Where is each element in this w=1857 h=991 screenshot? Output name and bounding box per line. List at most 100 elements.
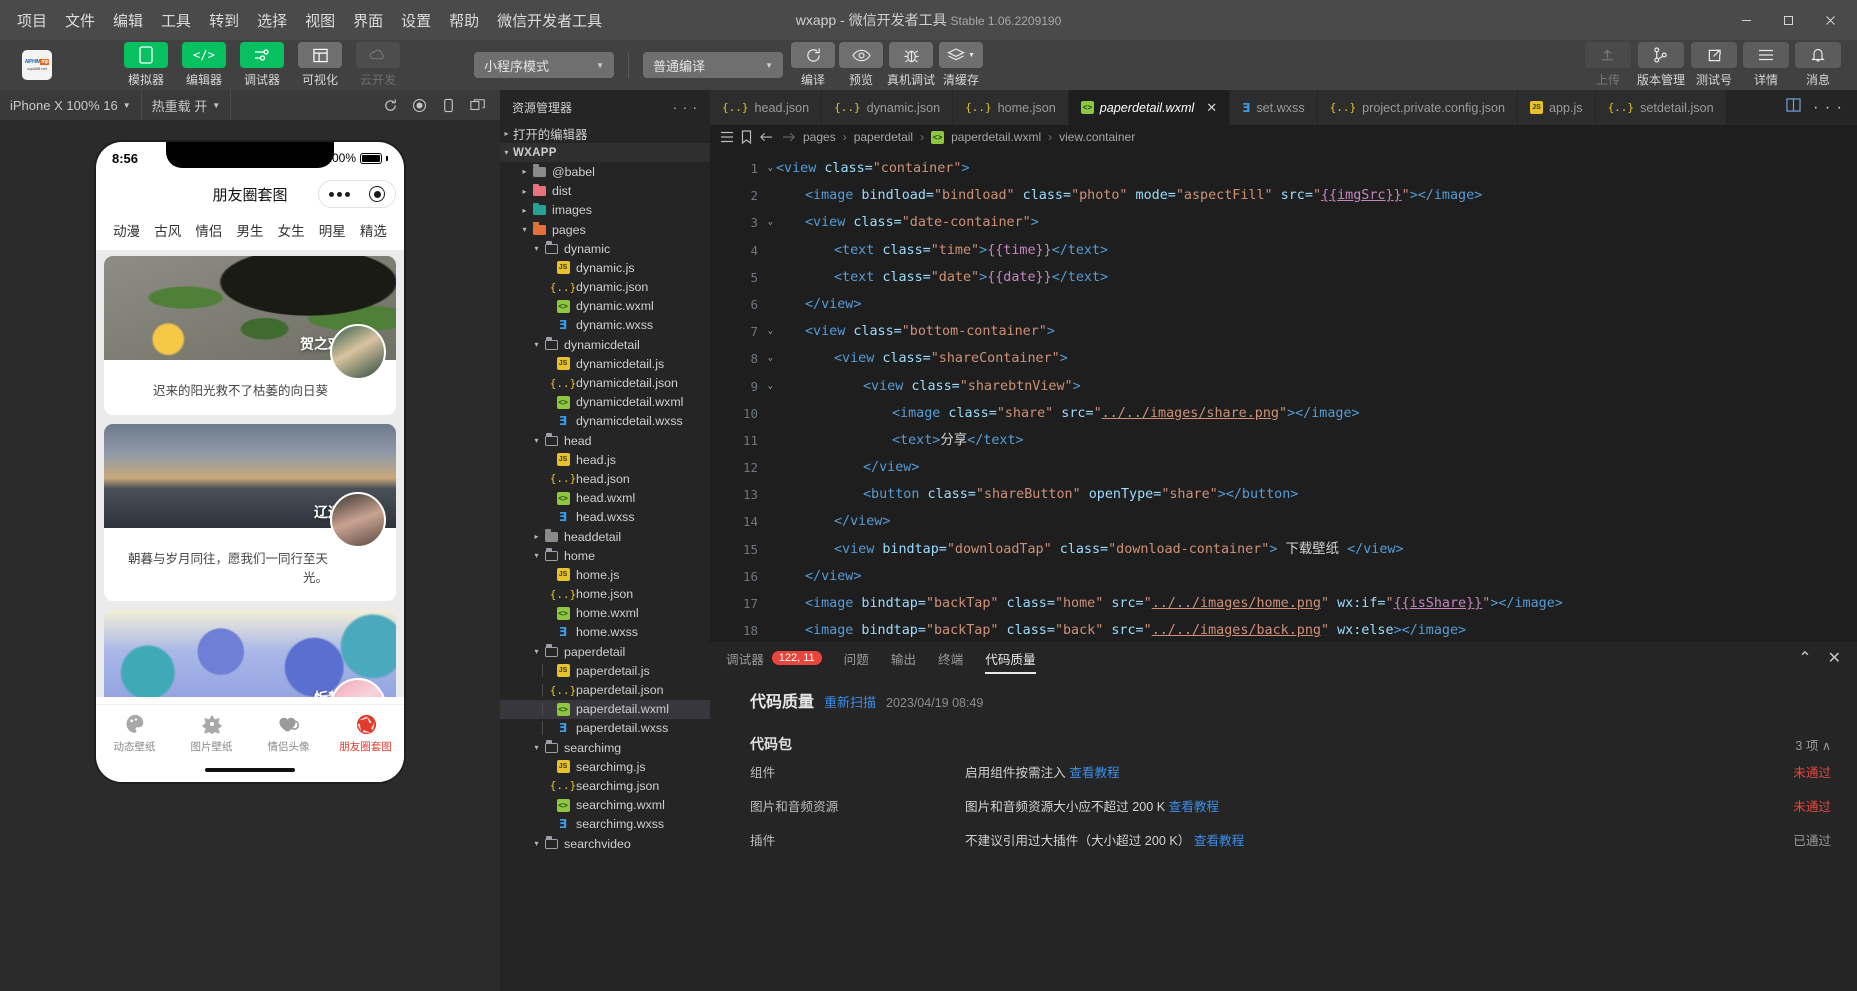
code-line[interactable]: </view> [772,508,1857,535]
tabbar-item-情侣头像[interactable]: 情侣头像 [250,713,327,754]
file-tree-item[interactable]: <> home.wxml [500,604,710,623]
chevron-down-icon[interactable]: ▾ [530,436,543,445]
file-tree-item[interactable]: {..} home.json [500,585,710,604]
close-circle-icon[interactable] [369,186,386,202]
editor-tab-app.js[interactable]: JS app.js [1517,90,1596,125]
toolbar-right-测试号[interactable]: 测试号 [1691,42,1737,88]
code-line[interactable]: <text class="date">{{date}}</text> [772,264,1857,291]
tutorial-link[interactable]: 查看教程 [1194,834,1244,848]
menu-item-6[interactable]: 视图 [296,6,344,35]
file-tree-item[interactable]: JS dynamic.js [500,258,710,277]
code-content[interactable]: <view class="container"> <image bindload=… [772,149,1857,641]
mode-button-模拟器[interactable]: 模拟器 [120,42,172,88]
category-4[interactable]: 女生 [278,220,305,240]
workspace-root-row[interactable]: ▾ WXAPP [500,143,710,163]
code-line[interactable]: </view> [772,454,1857,481]
file-tree-item[interactable]: JS dynamicdetail.js [500,354,710,373]
tabbar-item-动态壁纸[interactable]: 动态壁纸 [96,713,173,754]
code-line[interactable]: <button class="shareButton" openType="sh… [772,481,1857,508]
code-line[interactable]: <text class="time">{{time}}</text> [772,237,1857,264]
file-tree-item[interactable]: Ǝpaperdetail.wxss [500,719,710,738]
file-tree-item[interactable]: Ǝdynamicdetail.wxss [500,412,710,431]
file-tree-item[interactable]: <> searchimg.wxml [500,796,710,815]
toolbar-right-版本管理[interactable]: 版本管理 [1637,42,1685,88]
multiscreen-icon[interactable] [470,98,486,113]
outline-icon[interactable] [720,131,734,143]
category-2[interactable]: 情侣 [195,220,222,240]
file-tree-item[interactable]: Ǝhome.wxss [500,623,710,642]
compile-select[interactable]: 普通编译 ▼ [643,52,783,78]
code-line[interactable]: <image bindload="bindload" class="photo"… [772,182,1857,209]
mode-button-可视化[interactable]: 可视化 [294,42,346,88]
menu-item-7[interactable]: 界面 [344,6,392,35]
more-icon[interactable]: · · · [673,100,698,115]
code-line[interactable]: <image bindtap="backTap" class="home" sr… [772,590,1857,617]
menu-item-2[interactable]: 编辑 [104,6,152,35]
editor-tab-home.json[interactable]: {..} home.json [953,90,1069,125]
menu-item-3[interactable]: 工具 [152,6,200,35]
code-line[interactable]: <view class="bottom-container"> [772,318,1857,345]
menu-item-1[interactable]: 文件 [56,6,104,35]
panel-tab-终端[interactable]: 终端 [938,642,963,674]
avatar[interactable] [330,324,386,380]
tutorial-link[interactable]: 查看教程 [1069,766,1119,780]
mode-button-云开发[interactable]: 云开发 [352,42,404,88]
file-tree-item[interactable]: JS head.js [500,450,710,469]
breadcrumb-segment-3[interactable]: view.container [1059,130,1135,144]
breadcrumb-segment-2[interactable]: paperdetail.wxml [951,130,1041,144]
category-0[interactable]: 动漫 [113,220,140,240]
forward-arrow-icon[interactable] [781,131,796,143]
file-tree-item[interactable]: Ǝhead.wxss [500,508,710,527]
feed-card[interactable]: 忻楚 [104,610,396,697]
mode-select[interactable]: 小程序模式 ▼ [474,52,614,78]
editor-tab-paperdetail.wxml[interactable]: <> paperdetail.wxml ✕ [1068,90,1231,125]
toolbar-right-详情[interactable]: 详情 [1743,42,1789,88]
chevron-down-icon[interactable]: ▾ [530,647,543,656]
panel-tab-调试器[interactable]: 调试器 122, 11 [726,642,822,674]
mode-button-编辑器[interactable]: </> 编辑器 [178,42,230,88]
chevron-down-icon[interactable]: ▾ [530,743,543,752]
file-tree-item[interactable]: ▾ dynamicdetail [500,335,710,354]
refresh-icon[interactable] [383,98,398,113]
toolbar-action-预览[interactable]: 预览 [839,42,883,88]
file-tree-item[interactable]: ▾ paperdetail [500,642,710,661]
file-tree-item[interactable]: <> paperdetail.wxml [500,699,710,719]
code-line[interactable]: <view class="sharebtnView"> [772,373,1857,400]
file-tree-item[interactable]: ▾ pages [500,220,710,239]
file-tree-item[interactable]: {..} head.json [500,469,710,488]
file-tree-item[interactable]: Ǝdynamic.wxss [500,316,710,335]
file-tree-item[interactable]: ▾ head [500,431,710,450]
chevron-down-icon[interactable]: ▾ [530,551,543,560]
chevron-down-icon[interactable]: ▾ [530,340,543,349]
code-line[interactable]: <view bindtap="downloadTap" class="downl… [772,536,1857,563]
open-editors-row[interactable]: ▸ 打开的编辑器 [500,124,710,143]
more-icon[interactable]: · · · [1813,99,1843,117]
avatar[interactable] [330,491,386,548]
toolbar-action-清缓存[interactable]: ▼ 清缓存 [939,42,984,88]
file-tree-item[interactable]: JS searchimg.js [500,757,710,776]
toolbar-action-真机调试[interactable]: 真机调试 [887,42,935,88]
minimize-button[interactable] [1725,0,1767,40]
tutorial-link[interactable]: 查看教程 [1169,800,1219,814]
code-editor[interactable]: 1⌄23⌄4567⌄8⌄9⌄10111213141516171819 <view… [710,149,1857,641]
panel-tab-问题[interactable]: 问题 [844,642,869,674]
rotate-icon[interactable] [441,98,456,113]
more-dots-icon[interactable] [328,191,350,197]
menu-item-8[interactable]: 设置 [392,6,440,35]
tabbar-item-图片壁纸[interactable]: 图片壁纸 [173,713,250,754]
code-line[interactable]: <view class="date-container"> [772,209,1857,236]
panel-tab-代码质量[interactable]: 代码质量 [985,642,1035,674]
wechat-capsule[interactable] [318,180,396,208]
breadcrumb-segment-0[interactable]: pages [803,130,836,144]
chevron-right-icon[interactable]: ▸ [530,532,543,541]
bookmark-icon[interactable] [741,130,752,144]
menu-item-4[interactable]: 转到 [200,6,248,35]
file-tree-item[interactable]: <> dynamic.wxml [500,297,710,316]
section-count[interactable]: 3 项 ∧ [1795,735,1831,754]
feed-card[interactable]: 贺之欢 迟来的阳光救不了枯萎的向日葵 [104,256,396,415]
file-tree-item[interactable]: ▸ headdetail [500,527,710,546]
file-tree-item[interactable]: ▾ searchimg [500,738,710,757]
menu-item-5[interactable]: 选择 [248,6,296,35]
file-tree-item[interactable]: <> dynamicdetail.wxml [500,393,710,412]
file-tree-item[interactable]: {..} dynamic.json [500,278,710,297]
